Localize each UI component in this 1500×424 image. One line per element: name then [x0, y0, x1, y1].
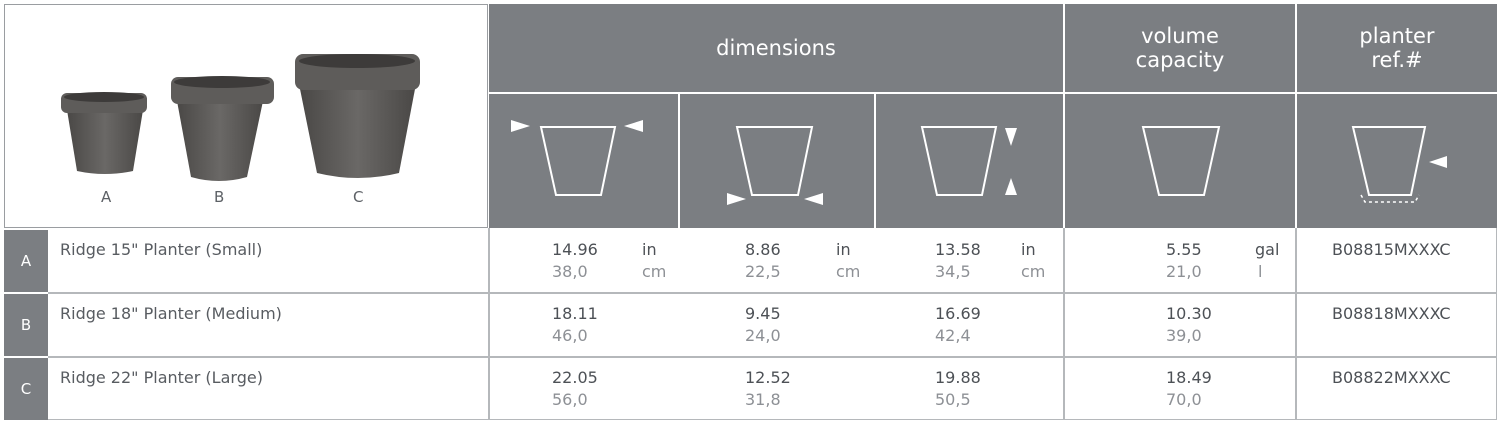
volume-icon — [1141, 126, 1221, 196]
reference-icon — [1351, 126, 1447, 203]
column-divider — [488, 228, 490, 420]
row-b-bottom-diameter: 9.45 24,0 — [745, 304, 781, 345]
row-a-reference: B08815MXXXC — [1332, 240, 1451, 259]
row-c-height: 19.88 50,5 — [935, 368, 981, 409]
product-name-c: Ridge 22" Planter (Large) — [50, 358, 488, 420]
row-a-bottom-diameter: 8.86 22,5 — [745, 240, 781, 281]
row-a-top-diameter-units: in cm — [642, 240, 667, 281]
row-a-volume-units: gal l — [1255, 240, 1280, 281]
row-a-height: 13.58 34,5 — [935, 240, 981, 281]
product-name-a: Ridge 15" Planter (Small) — [50, 230, 488, 292]
column-divider — [1295, 228, 1297, 420]
planter-large-image — [295, 54, 420, 178]
row-b-top-diameter: 18.11 46,0 — [552, 304, 598, 345]
row-divider — [48, 419, 1497, 420]
pot-label-c: C — [353, 188, 364, 206]
row-b-height: 16.69 42,4 — [935, 304, 981, 345]
row-a-height-units: in cm — [1021, 240, 1046, 281]
bottom-diameter-icon-cell — [680, 94, 874, 228]
top-diameter-icon-cell — [489, 94, 678, 228]
row-divider — [48, 292, 1497, 294]
product-image-cell: A B C — [4, 4, 488, 228]
volume-header: volume capacity — [1065, 4, 1295, 92]
row-a-volume: 5.55 21,0 — [1166, 240, 1202, 281]
planter-small-image — [61, 92, 147, 174]
row-a-bottom-diameter-units: in cm — [836, 240, 861, 281]
row-divider — [48, 356, 1497, 358]
row-c-top-diameter: 22.05 56,0 — [552, 368, 598, 409]
product-name-b: Ridge 18" Planter (Medium) — [50, 294, 488, 356]
planter-spec-table: A B C dimensions volume capacity planter… — [4, 4, 1497, 420]
height-icon-cell — [876, 94, 1063, 228]
bottom-diameter-icon — [727, 126, 823, 205]
pot-label-a: A — [101, 188, 112, 206]
row-label-b: B — [4, 294, 48, 356]
column-divider — [1496, 228, 1497, 420]
dimensions-header: dimensions — [489, 4, 1063, 92]
volume-icon-cell — [1065, 94, 1295, 228]
row-c-bottom-diameter: 12.52 31,8 — [745, 368, 791, 409]
row-c-volume: 18.49 70,0 — [1166, 368, 1212, 409]
reference-icon-cell — [1297, 94, 1497, 228]
reference-header: planter ref.# — [1297, 4, 1497, 92]
row-c-reference: B08822MXXXC — [1332, 368, 1451, 387]
height-icon — [920, 126, 1017, 196]
row-label-a: A — [4, 230, 48, 292]
row-b-volume: 10.30 39,0 — [1166, 304, 1212, 345]
row-b-reference: B08818MXXXC — [1332, 304, 1451, 323]
row-label-c: C — [4, 358, 48, 420]
planters-illustration — [61, 54, 420, 181]
column-divider — [1063, 228, 1065, 420]
planter-medium-image — [171, 76, 274, 181]
row-a-top-diameter: 14.96 38,0 — [552, 240, 598, 281]
top-diameter-icon — [511, 120, 643, 196]
pot-label-b: B — [214, 188, 225, 206]
